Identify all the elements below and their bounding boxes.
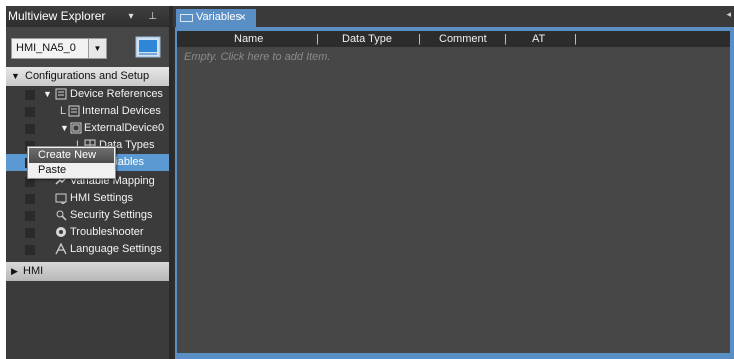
editor-pane: Variables × ◂ Name | Data Type | Comment… <box>173 6 734 359</box>
tree-item-label: HMI Settings <box>70 192 133 204</box>
hmi-monitor-icon[interactable] <box>135 36 161 58</box>
explorer-title: Multiview Explorer <box>8 9 106 23</box>
variables-table[interactable]: Name | Data Type | Comment | AT | Empty.… <box>177 31 730 353</box>
tree-item-label: ExternalDevice0 <box>84 122 165 134</box>
tree-checkbox <box>25 90 35 100</box>
tree-item-label: Device References <box>70 88 163 100</box>
tab-bar: Variables × ◂ <box>173 6 734 27</box>
app-frame: Multiview Explorer ▾ ⊥ HMI_NA5_0 ▼ ▼ Con… <box>6 6 734 359</box>
explorer-header: Multiview Explorer ▾ ⊥ <box>6 6 169 27</box>
external-device-icon <box>70 122 82 134</box>
tree-item-troubleshooter[interactable]: Troubleshooter <box>6 224 169 241</box>
multiview-explorer-panel: Multiview Explorer ▾ ⊥ HMI_NA5_0 ▼ ▼ Con… <box>6 6 169 359</box>
tree-checkbox <box>25 194 35 204</box>
tree-item-device-references[interactable]: ▼ Device References <box>6 86 169 103</box>
device-select-value: HMI_NA5_0 <box>16 42 76 54</box>
expand-arrow-icon[interactable]: ▼ <box>11 67 20 86</box>
tree-checkbox <box>25 211 35 221</box>
tree-item-hmi-settings[interactable]: HMI Settings <box>6 190 169 207</box>
chevron-down-icon[interactable]: ▼ <box>88 39 106 58</box>
group-configurations-and-setup[interactable]: ▼ Configurations and Setup <box>6 67 169 86</box>
collapse-arrow-icon[interactable]: ▶ <box>11 262 18 281</box>
tree-item-external-device0[interactable]: ▼ ExternalDevice0 <box>6 120 169 137</box>
expand-arrow-icon[interactable]: ▼ <box>43 86 52 103</box>
language-settings-icon <box>55 243 67 255</box>
group-hmi[interactable]: ▶ HMI <box>6 262 169 281</box>
table-header: Name | Data Type | Comment | AT | <box>177 31 730 47</box>
device-references-icon <box>55 88 67 100</box>
expand-arrow-icon[interactable]: ▼ <box>60 120 69 137</box>
tree-item-label: Security Settings <box>70 209 153 221</box>
menu-item-create-new[interactable]: Create New <box>29 148 114 163</box>
device-select[interactable]: HMI_NA5_0 ▼ <box>11 38 107 59</box>
tree-item-label: Language Settings <box>70 243 162 255</box>
tree-item-label: Internal Devices <box>82 105 161 117</box>
tree-checkbox <box>25 107 35 117</box>
column-separator[interactable]: | <box>316 31 319 47</box>
security-settings-icon <box>56 210 67 221</box>
pin-dropdown-icon[interactable]: ▾ ⊥ <box>128 6 163 27</box>
tab-variables[interactable]: Variables × <box>176 9 256 27</box>
context-menu: Create New Paste <box>27 146 116 179</box>
column-header-comment[interactable]: Comment <box>439 31 487 47</box>
tree-item-language-settings[interactable]: Language Settings <box>6 241 169 258</box>
hmi-settings-icon <box>55 193 67 204</box>
column-header-data-type[interactable]: Data Type <box>342 31 392 47</box>
tree-checkbox <box>25 124 35 134</box>
column-header-at[interactable]: AT <box>532 31 545 47</box>
device-row: HMI_NA5_0 ▼ <box>6 27 169 67</box>
tree-item-internal-devices[interactable]: L Internal Devices <box>6 103 169 120</box>
group-label: HMI <box>23 265 44 277</box>
explorer-empty-area <box>6 289 169 359</box>
tab-list-icon[interactable]: ◂ <box>726 9 731 20</box>
variables-tab-icon <box>180 14 193 22</box>
tree-item-label: Troubleshooter <box>70 226 144 238</box>
menu-item-paste[interactable]: Paste <box>29 163 114 178</box>
tree-branch-glyph: L <box>60 105 67 117</box>
column-separator[interactable]: | <box>574 31 577 47</box>
tree-item-security-settings[interactable]: Security Settings <box>6 207 169 224</box>
tab-label: Variables <box>196 11 242 23</box>
column-header-name[interactable]: Name <box>234 31 263 47</box>
empty-table-hint[interactable]: Empty. Click here to add Item. <box>184 49 331 65</box>
internal-devices-icon <box>68 105 80 117</box>
group-label: Configurations and Setup <box>25 70 150 82</box>
troubleshooter-icon <box>56 227 66 237</box>
column-separator[interactable]: | <box>418 31 421 47</box>
close-icon[interactable]: × <box>239 9 246 26</box>
tree-checkbox <box>25 245 35 255</box>
column-separator[interactable]: | <box>504 31 507 47</box>
tree-checkbox <box>25 228 35 238</box>
